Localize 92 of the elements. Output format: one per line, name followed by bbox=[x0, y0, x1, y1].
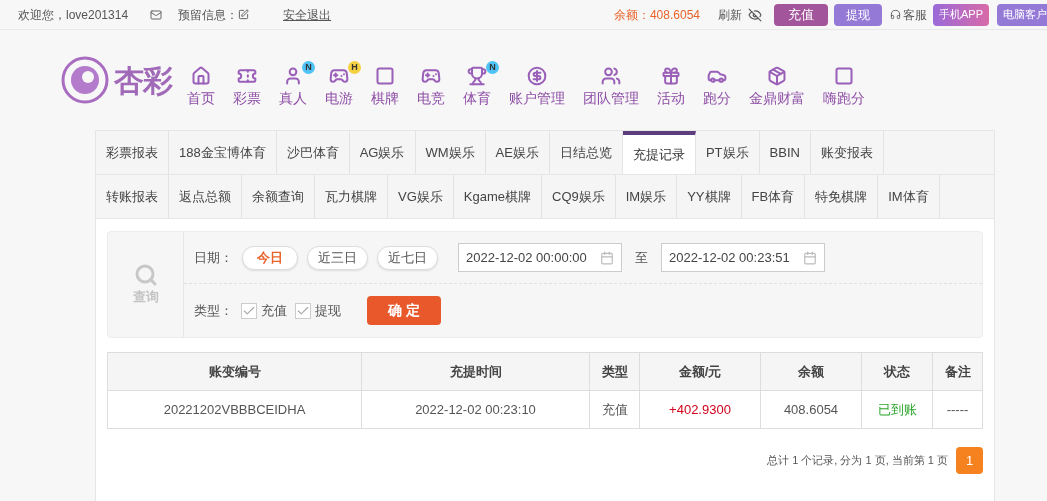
report-tab[interactable]: 日结总览 bbox=[549, 131, 623, 174]
report-tab[interactable]: BBIN bbox=[759, 131, 811, 174]
start-date-field[interactable]: 2022-12-02 00:00:00 bbox=[458, 243, 622, 272]
report-tab[interactable]: 转账报表 bbox=[96, 175, 169, 218]
users-icon[interactable] bbox=[601, 65, 621, 86]
type-label: 类型： bbox=[194, 301, 233, 320]
nav-item[interactable]: 彩票 bbox=[233, 87, 261, 109]
report-tab[interactable]: IM娱乐 bbox=[615, 175, 678, 218]
report-tab[interactable]: AG娱乐 bbox=[349, 131, 416, 174]
pagination-summary: 总计 1 个记录, 分为 1 页, 当前第 1 页 bbox=[767, 453, 948, 469]
welcome-text: 欢迎您，love201314 bbox=[18, 6, 129, 24]
edit-icon[interactable] bbox=[238, 9, 250, 20]
report-tab[interactable]: PT娱乐 bbox=[695, 131, 760, 174]
report-tab[interactable]: 余额查询 bbox=[242, 175, 315, 218]
end-date-field[interactable]: 2022-12-02 00:23:51 bbox=[661, 243, 825, 272]
report-tab[interactable]: 返点总额 bbox=[169, 175, 242, 218]
report-tab[interactable]: 沙巴体育 bbox=[276, 131, 350, 174]
logo-icon[interactable] bbox=[60, 55, 110, 105]
nav-item[interactable]: 电游 bbox=[325, 87, 353, 109]
reserved-info-label: 预留信息： bbox=[178, 6, 239, 24]
nav-item[interactable]: 体育 bbox=[463, 87, 491, 109]
coin-icon[interactable] bbox=[527, 65, 547, 86]
trophy-icon[interactable] bbox=[467, 65, 487, 86]
report-tab[interactable]: 彩票报表 bbox=[96, 131, 169, 174]
report-tab[interactable]: 充提记录 bbox=[622, 131, 696, 174]
table-cell-text: ----- bbox=[945, 400, 970, 419]
table-cell: 20221202VBBBCEIDHA bbox=[108, 391, 362, 428]
date-range-button[interactable]: 近三日 bbox=[307, 245, 368, 270]
report-tab[interactable]: FB体育 bbox=[741, 175, 806, 218]
column-header: 金额/元 bbox=[640, 353, 761, 390]
type-option-label[interactable]: 充值 bbox=[261, 300, 287, 321]
report-tab[interactable]: VG娱乐 bbox=[388, 175, 454, 218]
home-icon[interactable] bbox=[191, 65, 211, 86]
nav-item[interactable]: 首页 bbox=[187, 87, 215, 109]
column-header: 备注 bbox=[943, 362, 972, 381]
nav-badge: N bbox=[486, 60, 499, 74]
to-label: 至 bbox=[635, 248, 648, 267]
square-icon[interactable] bbox=[375, 65, 395, 86]
table-cell: 已到账 bbox=[862, 391, 933, 428]
nav-badge: H bbox=[348, 60, 361, 74]
headset-icon[interactable] bbox=[890, 9, 901, 20]
table-cell: +402.9300 bbox=[640, 391, 761, 428]
eye-off-icon[interactable] bbox=[748, 7, 762, 22]
column-header: 状态 bbox=[862, 353, 933, 390]
logo-text[interactable]: 杏彩 bbox=[114, 57, 172, 103]
report-tab[interactable]: Kgame棋牌 bbox=[453, 175, 542, 218]
nav-item[interactable]: 棋牌 bbox=[371, 87, 399, 109]
mail-icon[interactable] bbox=[150, 8, 163, 21]
report-tab[interactable]: YY棋牌 bbox=[677, 175, 742, 218]
table-cell: 充值 bbox=[590, 391, 640, 428]
nav-item[interactable]: 嗨跑分 bbox=[823, 87, 865, 109]
column-header: 类型 bbox=[590, 353, 640, 390]
nav-item[interactable]: 团队管理 bbox=[583, 87, 639, 109]
report-tab[interactable]: CQ9娱乐 bbox=[542, 175, 616, 218]
gift-icon[interactable] bbox=[661, 65, 681, 86]
nav-item[interactable]: 跑分 bbox=[703, 87, 731, 109]
logout-link[interactable]: 安全退出 bbox=[283, 5, 332, 24]
column-header: 充提时间 bbox=[362, 353, 590, 390]
nav-item[interactable]: 活动 bbox=[657, 87, 685, 109]
refresh-link[interactable]: 刷新 bbox=[718, 5, 742, 24]
column-header: 余额 bbox=[761, 353, 862, 390]
balance-text: 余额：408.6054 bbox=[613, 6, 700, 24]
report-tab[interactable]: 188金宝博体育 bbox=[169, 131, 277, 174]
table-cell: 2022-12-02 00:23:10 bbox=[362, 391, 590, 428]
report-tab[interactable]: 特免棋牌 bbox=[805, 175, 879, 218]
column-header: 账变编号 bbox=[108, 353, 362, 390]
report-tab[interactable]: AE娱乐 bbox=[485, 131, 550, 174]
report-tab[interactable]: 账变报表 bbox=[810, 131, 884, 174]
nav-item[interactable]: 真人 bbox=[279, 87, 307, 109]
withdraw-button[interactable]: 提现 bbox=[834, 3, 882, 26]
nav-item[interactable]: 电竞 bbox=[417, 87, 445, 109]
confirm-button[interactable]: 确 定 bbox=[367, 296, 441, 325]
square-icon[interactable] bbox=[834, 65, 854, 86]
type-checkbox[interactable] bbox=[295, 302, 311, 319]
mobile-app-button[interactable]: 手机APP bbox=[933, 3, 989, 26]
box-icon[interactable] bbox=[767, 65, 787, 86]
pc-client-button[interactable]: 电脑客户 bbox=[997, 3, 1047, 26]
report-tab[interactable]: 瓦力棋牌 bbox=[315, 175, 388, 218]
table-cell: 408.6054 bbox=[761, 391, 862, 428]
date-label: 日期： bbox=[194, 248, 233, 267]
deposit-button[interactable]: 充值 bbox=[774, 3, 828, 26]
date-range-button[interactable]: 近七日 bbox=[377, 245, 438, 270]
nav-item[interactable]: 金鼎财富 bbox=[749, 87, 805, 109]
type-checkbox[interactable] bbox=[241, 302, 257, 319]
nav-item[interactable]: 账户管理 bbox=[509, 87, 565, 109]
search-icon bbox=[133, 262, 158, 287]
person-icon[interactable] bbox=[283, 65, 303, 86]
type-option-label[interactable]: 提现 bbox=[315, 300, 341, 321]
nav-badge: N bbox=[302, 60, 315, 74]
report-tab[interactable]: IM体育 bbox=[878, 175, 940, 218]
report-tab[interactable]: WM娱乐 bbox=[415, 131, 486, 174]
service-link[interactable]: 客服 bbox=[903, 5, 927, 24]
